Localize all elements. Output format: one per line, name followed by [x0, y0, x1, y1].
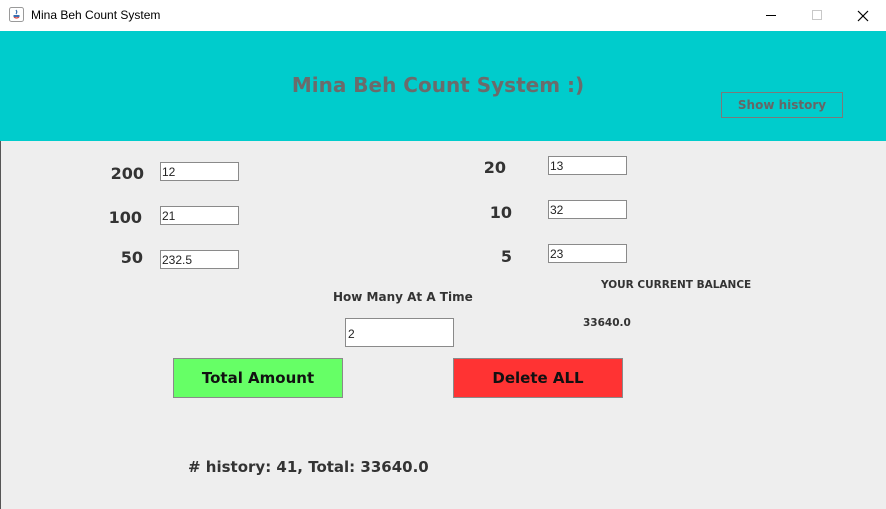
balance-value: 33640.0 — [583, 317, 631, 329]
label-100: 100 — [108, 208, 142, 227]
java-app-icon — [9, 7, 24, 22]
label-20: 20 — [483, 158, 506, 177]
window-title: Mina Beh Count System — [31, 8, 161, 22]
show-history-button[interactable]: Show history — [721, 92, 843, 118]
input-5[interactable]: 23 — [548, 244, 627, 263]
input-20[interactable]: 13 — [548, 156, 627, 175]
close-button[interactable] — [840, 0, 886, 31]
label-200: 200 — [110, 164, 144, 183]
total-amount-button[interactable]: Total Amount — [173, 358, 343, 398]
label-5: 5 — [500, 247, 512, 266]
header-banner: Mina Beh Count System :) Show history — [0, 31, 886, 141]
delete-all-button[interactable]: Delete ALL — [453, 358, 623, 398]
input-10[interactable]: 32 — [548, 200, 627, 219]
input-200[interactable]: 12 — [160, 162, 239, 181]
window-titlebar: Mina Beh Count System — [0, 0, 886, 32]
maximize-button[interactable] — [794, 0, 840, 31]
minimize-icon — [765, 15, 776, 16]
history-summary: # history: 41, Total: 33640.0 — [188, 458, 429, 476]
window-left-border — [0, 141, 1, 509]
balance-label: YOUR CURRENT BALANCE — [601, 279, 752, 291]
maximize-icon — [811, 10, 822, 20]
minimize-button[interactable] — [748, 0, 794, 31]
close-icon — [857, 10, 869, 21]
at-a-time-label: How Many At A Time — [333, 290, 473, 304]
input-50[interactable]: 232.5 — [160, 250, 239, 269]
input-100[interactable]: 21 — [160, 206, 239, 225]
at-a-time-input[interactable]: 2 — [345, 318, 454, 347]
label-10: 10 — [489, 203, 512, 222]
label-50: 50 — [120, 248, 143, 267]
